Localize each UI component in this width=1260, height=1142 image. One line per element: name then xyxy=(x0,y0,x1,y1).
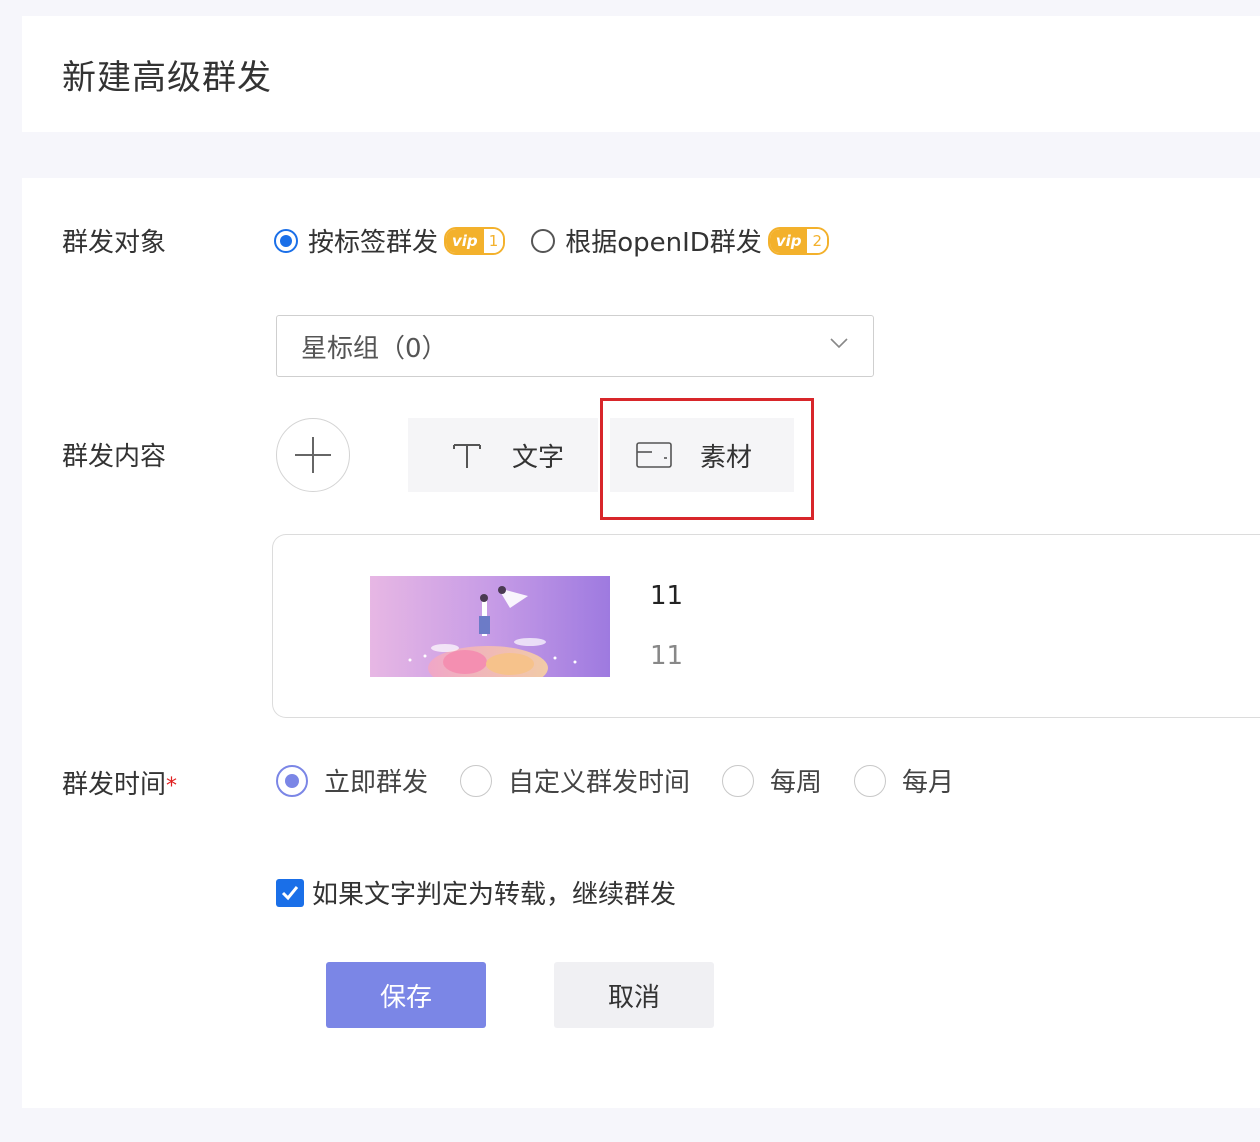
header-card: 新建高级群发 xyxy=(22,16,1260,132)
radio-unchecked-icon[interactable] xyxy=(722,764,755,797)
radio-checked-icon[interactable] xyxy=(274,228,298,253)
vip-badge: vip 2 xyxy=(767,226,830,255)
material-card[interactable]: 11 11 xyxy=(272,534,1260,718)
material-thumbnail xyxy=(370,576,610,677)
save-button[interactable]: 保存 xyxy=(326,962,486,1028)
tag-select-value: 星标组（0） xyxy=(301,333,448,364)
target-option-by-tag[interactable]: 按标签群发 vip 1 xyxy=(274,222,506,259)
reprint-checkbox-label: 如果文字判定为转载，继续群发 xyxy=(312,880,677,910)
time-option-weekly[interactable]: 每周 xyxy=(722,762,822,799)
vip-badge: vip 1 xyxy=(444,226,506,255)
radio-unchecked-icon[interactable] xyxy=(531,228,556,253)
radio-checked-icon[interactable] xyxy=(276,764,308,797)
mass-send-form: 群发对象 按标签群发 vip 1 根据openID群发 vip 2 星标组（0）… xyxy=(22,178,1260,1108)
add-content-button[interactable] xyxy=(276,418,350,492)
page-title: 新建高级群发 xyxy=(62,58,272,98)
annotation-highlight-box xyxy=(600,398,814,520)
content-label: 群发内容 xyxy=(62,442,167,472)
radio-unchecked-icon[interactable] xyxy=(854,764,887,797)
chevron-down-icon xyxy=(830,338,848,349)
content-type-label: 文字 xyxy=(512,442,565,473)
target-radio-group: 按标签群发 vip 1 根据openID群发 vip 2 xyxy=(274,222,855,259)
target-option-label: 根据openID群发 xyxy=(565,228,762,258)
time-option-monthly[interactable]: 每月 xyxy=(854,762,954,799)
target-label: 群发对象 xyxy=(62,228,167,258)
checkbox-checked-icon[interactable] xyxy=(276,878,304,907)
time-radio-group: 立即群发 自定义群发时间 每周 每月 xyxy=(276,762,986,799)
time-option-immediate[interactable]: 立即群发 xyxy=(276,762,428,799)
reprint-checkbox-row[interactable]: 如果文字判定为转载，继续群发 xyxy=(276,874,676,911)
time-label: 群发时间* xyxy=(62,770,178,800)
time-option-custom[interactable]: 自定义群发时间 xyxy=(460,762,690,799)
material-title: 11 xyxy=(650,581,684,611)
text-type-icon xyxy=(453,444,481,468)
required-mark: * xyxy=(166,774,178,799)
plus-icon xyxy=(295,437,331,473)
radio-unchecked-icon[interactable] xyxy=(460,764,493,797)
target-option-label: 按标签群发 xyxy=(308,228,439,258)
material-digest: 11 xyxy=(650,641,684,671)
cancel-button[interactable]: 取消 xyxy=(554,962,714,1028)
tag-select[interactable]: 星标组（0） xyxy=(276,315,874,377)
content-type-text-button[interactable]: 文字 xyxy=(408,418,598,492)
target-option-by-openid[interactable]: 根据openID群发 vip 2 xyxy=(531,222,830,259)
